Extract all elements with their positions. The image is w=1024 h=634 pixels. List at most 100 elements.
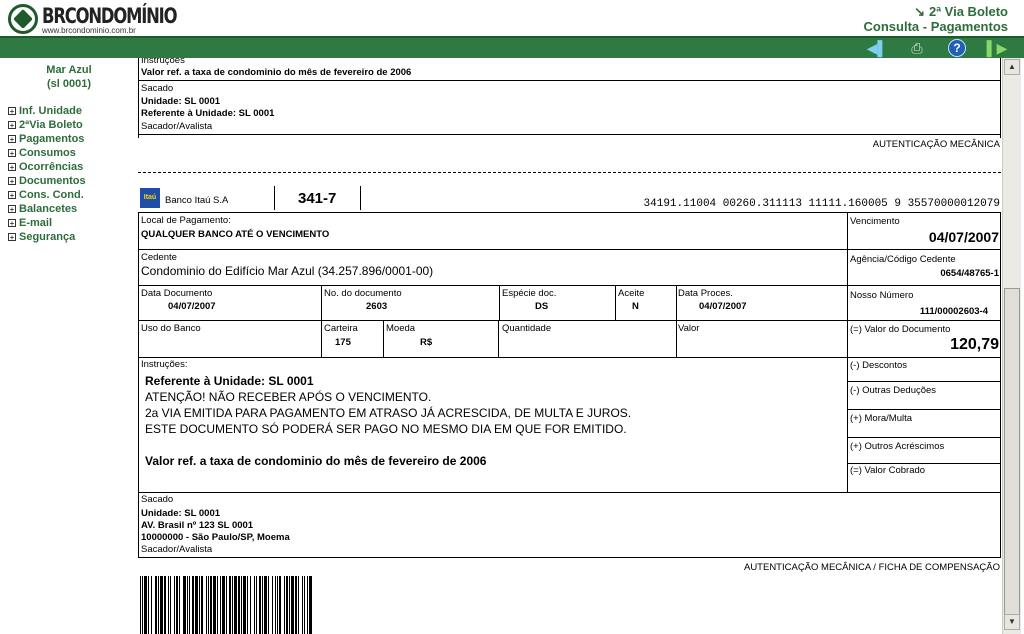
sidebar-menu: + Inf. Unidade +2ªVia Boleto + Pagamentos … <box>8 104 86 244</box>
sacado-line1: Unidade: SL 0001 <box>141 508 221 519</box>
valor-documento-value: 120,79 <box>950 336 999 353</box>
instr-line: 2a VIA EMITIDA PARA PAGAMENTO EM ATRASO … <box>145 406 632 420</box>
data-doc-label: Data Documento <box>141 288 213 299</box>
moeda-label: Moeda <box>386 323 416 334</box>
vertical-scrollbar[interactable]: ▲ ▼ <box>1002 58 1021 634</box>
expand-icon: + <box>8 219 16 228</box>
instr-line: ESTE DOCUMENTO SÓ PODERÁ SER PAGO NO MES… <box>145 422 627 436</box>
divider <box>615 285 616 320</box>
sidebar-item-balancetes[interactable]: + Balancetes <box>8 202 86 216</box>
sidebar-item-label: Consumos <box>19 147 76 159</box>
sidebar-item-consumos[interactable]: + Consumos <box>8 146 86 160</box>
divider <box>138 212 1001 213</box>
sidebar-item-inf-unidade[interactable]: + Inf. Unidade <box>8 104 86 118</box>
sidebar-item-label: Cons. Cond. <box>19 189 84 201</box>
valor-label: Valor <box>678 323 700 334</box>
divider <box>138 249 1001 250</box>
receipt-instr-text: Valor ref. a taxa de condominio do mês d… <box>141 67 412 78</box>
expand-icon: + <box>8 205 16 214</box>
nosso-numero-value: 111/00002603-4 <box>919 306 988 317</box>
especie-label: Espécie doc. <box>502 288 557 299</box>
sidebar-item-pagamentos[interactable]: + Pagamentos <box>8 132 86 146</box>
scroll-thumb[interactable] <box>1004 288 1020 618</box>
brcondominio-logo[interactable]: BRCONDOMÍNIO www.brcondominio.com.br <box>8 4 178 35</box>
num-doc-value: 2603 <box>366 301 388 312</box>
uso-banco-label: Uso do Banco <box>141 323 201 334</box>
divider <box>360 186 361 210</box>
nosso-numero-label: Nosso Número <box>850 290 914 301</box>
instrucoes-label: Instruções: <box>141 359 188 370</box>
expand-icon: + <box>8 149 16 158</box>
page-heading: ↘ 2ª Via Boleto Consulta - Pagamentos <box>864 4 1008 34</box>
itau-logo-icon: Itaú <box>140 188 160 208</box>
instrucoes-text: Referente à Unidade: SL 0001 ATENÇÃO! NÃ… <box>145 373 631 469</box>
sidebar-item-email[interactable]: + E-mail <box>8 216 86 230</box>
sidebar-item-seguranca[interactable]: + Segurança <box>8 230 86 244</box>
sacado-line3: 10000000 - São Paulo/SP, Moema <box>141 532 290 543</box>
carteira-value: 175 <box>335 337 351 348</box>
back-arrow-icon[interactable]: ◀▌ <box>867 40 888 56</box>
printer-icon[interactable]: ⎙ <box>908 40 926 56</box>
sidebar-item-label: Segurança <box>19 231 76 243</box>
cedente-value: Condominio do Edifício Mar Azul (34.257.… <box>141 264 434 278</box>
sidebar-item-ocorrencias[interactable]: + Ocorrências <box>8 160 86 174</box>
expand-icon: + <box>8 121 16 130</box>
divider <box>274 186 275 210</box>
logo-url: www.brcondominio.com.br <box>42 26 136 35</box>
mora-label: (+) Mora/Multa <box>850 413 913 424</box>
divider <box>383 320 384 357</box>
data-proc-value: 04/07/2007 <box>699 301 747 312</box>
num-doc-label: No. do documento <box>324 288 402 299</box>
expand-icon: + <box>8 135 16 144</box>
logo-mark-icon <box>8 4 38 34</box>
carteira-label: Carteira <box>324 323 358 334</box>
sidebar-item-label: Inf. Unidade <box>19 105 82 117</box>
instr-line <box>145 437 631 453</box>
receipt-sacado-label: Sacado <box>141 83 174 94</box>
especie-value: DS <box>535 301 549 312</box>
arrow-down-right-icon: ↘ <box>914 4 926 19</box>
boleto-frame[interactable]: Instruções Valor ref. a taxa de condomin… <box>138 58 1002 634</box>
divider <box>138 557 1001 558</box>
divider <box>138 212 139 558</box>
sidebar-item-cons-cond[interactable]: + Cons. Cond. <box>8 188 86 202</box>
divider <box>138 58 139 138</box>
app-header: BRCONDOMÍNIO www.brcondominio.com.br ↘ 2ª… <box>0 0 1024 36</box>
logo-name: BRCONDOMÍNIO <box>42 4 178 28</box>
quantidade-label: Quantidade <box>502 323 552 334</box>
descontos-label: (-) Descontos <box>850 360 908 371</box>
vencimento-value: 04/07/2007 <box>928 229 999 245</box>
divider <box>847 463 1001 464</box>
vencimento-label: Vencimento <box>850 216 900 227</box>
avalista-label: Sacador/Avalista <box>141 544 213 555</box>
divider <box>138 492 1001 493</box>
receipt-sacado-line2: Referente à Unidade: SL 0001 <box>141 108 275 119</box>
help-icon[interactable]: ? <box>948 39 966 57</box>
divider <box>138 134 1001 135</box>
divider <box>847 381 1001 382</box>
instr-line: Valor ref. a taxa de condominio do mês d… <box>145 454 487 468</box>
sidebar-item-documentos[interactable]: + Documentos <box>8 174 86 188</box>
scroll-up-icon[interactable]: ▲ <box>1004 59 1020 75</box>
forward-arrow-icon[interactable]: ▌▶ <box>987 40 1008 56</box>
local-label: Local de Pagamento: <box>141 215 231 226</box>
receipt-instr-label: Instruções <box>141 58 185 66</box>
receipt-avalista-label: Sacador/Avalista <box>141 121 213 132</box>
agencia-label: Agência/Código Cedente <box>850 254 956 265</box>
valor-documento-label: (=) Valor do Documento <box>850 324 951 335</box>
sidebar-item-2via-boleto[interactable]: +2ªVia Boleto <box>8 118 86 132</box>
bank-name: Banco Itaú S.A <box>165 195 229 206</box>
autenticacao-ficha: AUTENTICAÇÃO MECÂNICA / FICHA DE COMPENS… <box>743 562 1000 573</box>
sacado-line2: AV. Brasil nº 123 SL 0001 <box>141 520 254 531</box>
local-value: QUALQUER BANCO ATÉ O VENCIMENTO <box>141 229 330 240</box>
deducoes-label: (-) Outras Deduções <box>850 385 937 396</box>
divider <box>321 285 322 357</box>
cedente-label: Cedente <box>141 252 177 263</box>
digitable-line: 34191.11004 00260.311113 11111.160005 9 … <box>643 198 1000 210</box>
cut-line <box>138 172 1001 173</box>
data-doc-value: 04/07/2007 <box>168 301 216 312</box>
scroll-down-icon[interactable]: ▼ <box>1004 614 1020 630</box>
instr-line: Referente à Unidade: SL 0001 <box>145 374 314 388</box>
expand-icon: + <box>8 177 16 186</box>
sidebar-item-label: Documentos <box>19 175 86 187</box>
